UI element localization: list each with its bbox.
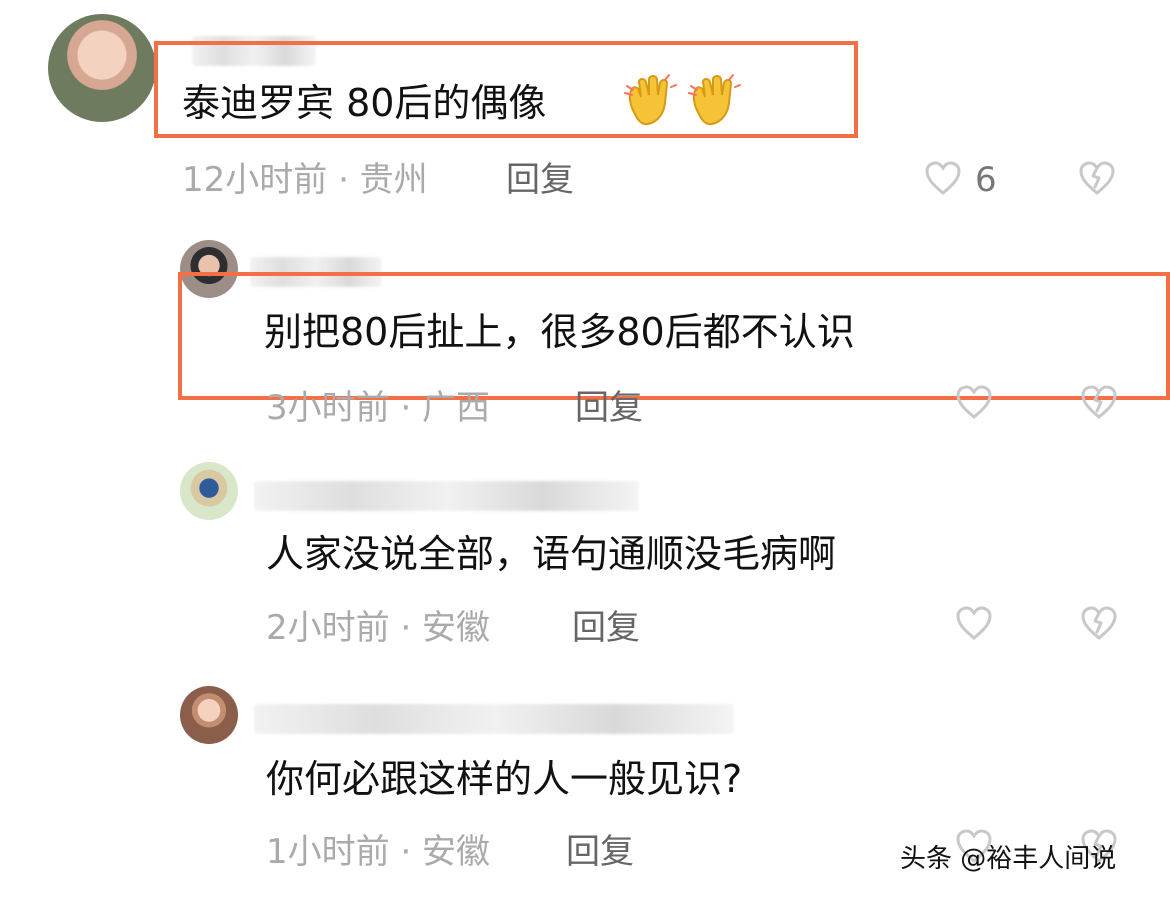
heart-icon[interactable] bbox=[955, 605, 993, 643]
comment-text: 你何必跟这样的人一般见识? bbox=[266, 757, 743, 801]
avatar[interactable] bbox=[180, 462, 238, 520]
reply-button[interactable]: 回复 bbox=[506, 163, 574, 197]
broken-heart-icon[interactable] bbox=[1080, 605, 1118, 643]
highlight-box bbox=[154, 41, 858, 138]
avatar[interactable] bbox=[48, 14, 156, 122]
blurred-username bbox=[254, 481, 639, 511]
reply-button[interactable]: 回复 bbox=[566, 835, 634, 869]
comment-meta: 3小时前 · 广西 bbox=[266, 388, 491, 428]
heart-icon[interactable] bbox=[924, 160, 962, 198]
reply-button[interactable]: 回复 bbox=[572, 611, 640, 645]
broken-heart-icon[interactable] bbox=[1078, 160, 1116, 198]
comment-text: 人家没说全部，语句通顺没毛病啊 bbox=[266, 532, 837, 576]
heart-icon[interactable] bbox=[955, 384, 993, 422]
watermark: 头条 @裕丰人间说 bbox=[900, 844, 1117, 874]
blurred-username bbox=[254, 704, 734, 734]
like-count: 6 bbox=[975, 160, 997, 200]
highlight-box bbox=[178, 272, 1170, 400]
comment-meta: 2小时前 · 安徽 bbox=[266, 608, 491, 648]
broken-heart-icon[interactable] bbox=[1080, 384, 1118, 422]
avatar[interactable] bbox=[180, 686, 238, 744]
comment-meta: 12小时前 · 贵州 bbox=[182, 160, 428, 200]
reply-button[interactable]: 回复 bbox=[575, 391, 643, 425]
comment-meta: 1小时前 · 安徽 bbox=[266, 832, 491, 872]
